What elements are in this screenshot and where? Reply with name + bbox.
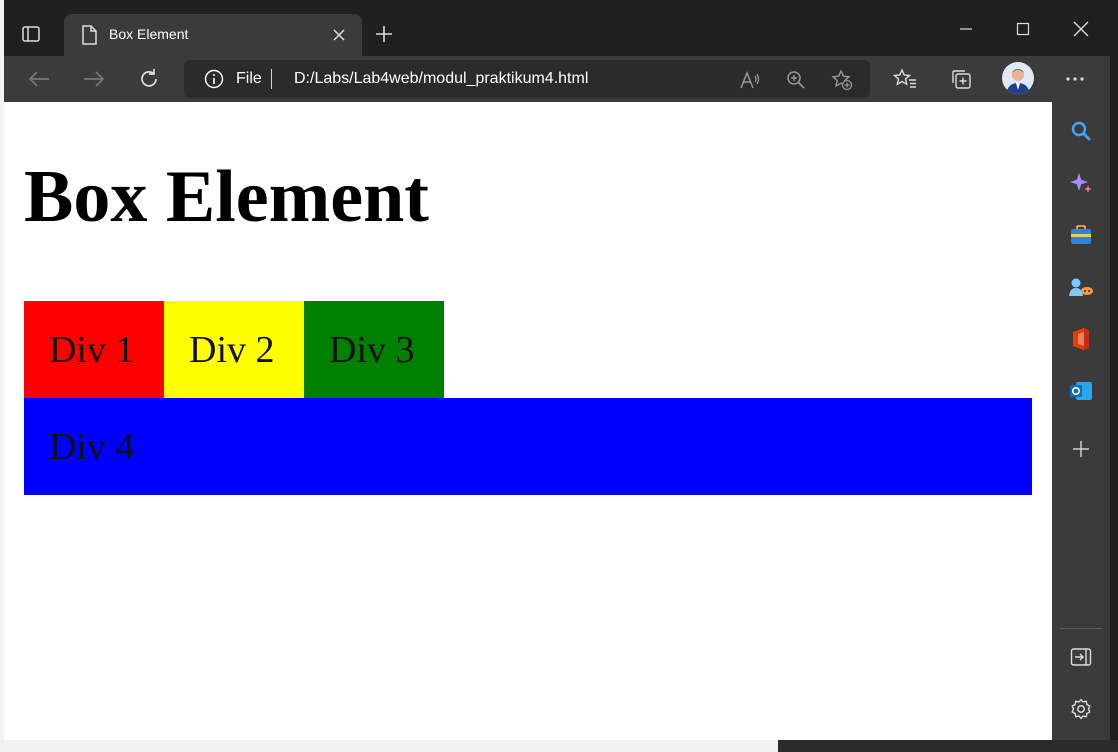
- page-icon: [80, 25, 98, 50]
- browser-window: Box Element File D:/Labs/Lab4web/modul_p…: [4, 0, 1110, 740]
- back-icon[interactable]: [24, 64, 54, 94]
- background-editor-edge: [1110, 0, 1118, 752]
- more-options-icon[interactable]: [1060, 64, 1090, 94]
- browser-tab[interactable]: Box Element: [64, 14, 362, 56]
- collections-icon[interactable]: [946, 64, 976, 94]
- search-icon[interactable]: [1066, 116, 1096, 146]
- forward-icon[interactable]: [79, 64, 109, 94]
- office-icon[interactable]: [1066, 324, 1096, 354]
- outlook-icon[interactable]: [1066, 376, 1096, 406]
- scheme-label: File: [236, 70, 262, 87]
- zoom-icon[interactable]: [784, 68, 808, 92]
- address-separator: [271, 69, 272, 89]
- page-heading: Box Element: [24, 156, 429, 238]
- hide-sidebar-icon[interactable]: [1066, 642, 1096, 672]
- copilot-icon[interactable]: [1066, 168, 1096, 198]
- tools-icon[interactable]: [1066, 220, 1096, 250]
- tab-title: Box Element: [109, 26, 189, 42]
- minimize-icon[interactable]: [942, 12, 990, 46]
- tab-actions-icon[interactable]: [18, 21, 44, 47]
- address-bar[interactable]: File D:/Labs/Lab4web/modul_praktikum4.ht…: [184, 60, 870, 98]
- site-info-icon[interactable]: [204, 69, 224, 94]
- edge-sidebar: [1052, 102, 1110, 740]
- sidebar-divider: [1060, 628, 1102, 629]
- games-icon[interactable]: [1066, 272, 1096, 302]
- web-page: Box Element Div 1 Div 2 Div 3 Div 4: [4, 102, 1052, 740]
- settings-icon[interactable]: [1066, 694, 1096, 724]
- favorites-icon[interactable]: [890, 64, 920, 94]
- add-favorite-icon[interactable]: [830, 68, 854, 92]
- new-tab-button[interactable]: [368, 20, 400, 48]
- title-bar: Box Element: [4, 0, 1110, 56]
- box-div-2: Div 2: [164, 301, 304, 398]
- background-taskbar-edge: [0, 740, 1118, 752]
- refresh-icon[interactable]: [134, 64, 164, 94]
- url-text[interactable]: D:/Labs/Lab4web/modul_praktikum4.html: [294, 70, 588, 88]
- read-aloud-icon[interactable]: [738, 68, 762, 92]
- navigation-toolbar: File D:/Labs/Lab4web/modul_praktikum4.ht…: [4, 56, 1110, 102]
- maximize-icon[interactable]: [999, 12, 1047, 46]
- close-tab-icon[interactable]: [328, 24, 350, 46]
- close-window-icon[interactable]: [1057, 12, 1105, 46]
- box-div-3: Div 3: [304, 301, 444, 398]
- box-div-4: Div 4: [24, 398, 1032, 495]
- box-div-1: Div 1: [24, 301, 164, 398]
- profile-avatar[interactable]: [1002, 62, 1034, 94]
- add-icon[interactable]: [1066, 434, 1096, 464]
